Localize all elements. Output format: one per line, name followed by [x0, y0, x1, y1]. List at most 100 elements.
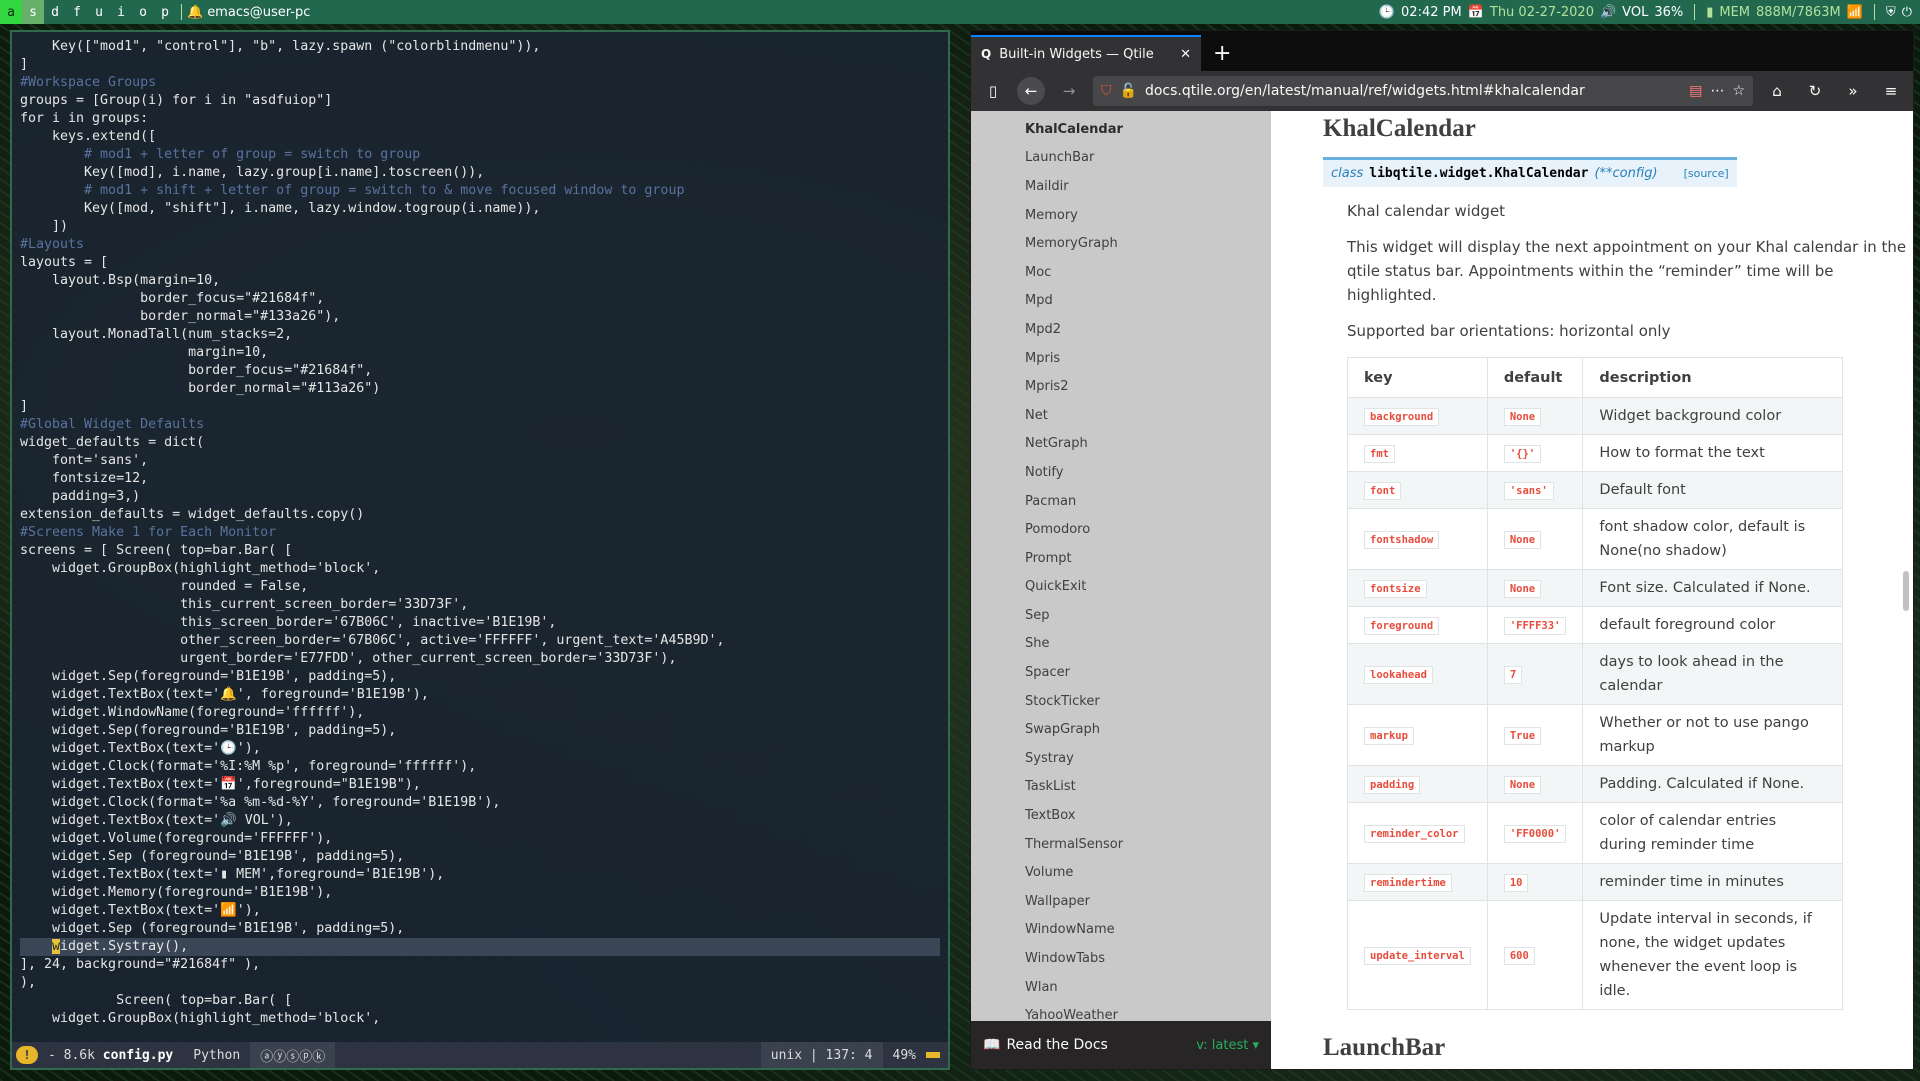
menu-icon[interactable]: ≡: [1877, 77, 1905, 105]
sidebar-item-volume[interactable]: Volume: [971, 858, 1271, 887]
group-u[interactable]: u: [88, 0, 110, 24]
code-line[interactable]: #Layouts: [20, 236, 940, 254]
code-line[interactable]: ]: [20, 398, 940, 416]
emacs-window[interactable]: Key(["mod1", "control"], "b", lazy.spawn…: [10, 30, 950, 1070]
group-p[interactable]: p: [154, 0, 176, 24]
sidebar-item-windowtabs[interactable]: WindowTabs: [971, 944, 1271, 973]
sidebar-item-she[interactable]: She: [971, 630, 1271, 659]
code-line[interactable]: font='sans',: [20, 452, 940, 470]
code-line[interactable]: ]): [20, 218, 940, 236]
sidebar-item-notify[interactable]: Notify: [971, 458, 1271, 487]
code-line[interactable]: widget.Memory(foreground='B1E19B'),: [20, 884, 940, 902]
group-a[interactable]: a: [0, 0, 22, 24]
code-line[interactable]: widget.Sep(foreground='B1E19B', padding=…: [20, 668, 940, 686]
code-line[interactable]: widget.GroupBox(highlight_method='block'…: [20, 1010, 940, 1028]
code-line[interactable]: # mod1 + letter of group = switch to gro…: [20, 146, 940, 164]
sidebar-item-netgraph[interactable]: NetGraph: [971, 430, 1271, 459]
sidebar-item-stockticker[interactable]: StockTicker: [971, 687, 1271, 716]
code-line[interactable]: Key([mod], i.name, lazy.group[i.name].to…: [20, 164, 940, 182]
code-line[interactable]: widget_defaults = dict(: [20, 434, 940, 452]
group-o[interactable]: o: [132, 0, 154, 24]
code-line[interactable]: keys.extend([: [20, 128, 940, 146]
code-line[interactable]: widget.TextBox(text='🔔', foreground='B1E…: [20, 686, 940, 704]
code-line[interactable]: widget.Sep (foreground='B1E19B', padding…: [20, 848, 940, 866]
overflow-chevron-icon[interactable]: »: [1839, 77, 1867, 105]
code-line[interactable]: widget.TextBox(text='▮ MEM',foreground='…: [20, 866, 940, 884]
group-f[interactable]: f: [66, 0, 88, 24]
code-editor[interactable]: Key(["mod1", "control"], "b", lazy.spawn…: [20, 38, 940, 1042]
sidebar-item-launchbar[interactable]: LaunchBar: [971, 144, 1271, 173]
sidebar-item-pomodoro[interactable]: Pomodoro: [971, 515, 1271, 544]
code-line[interactable]: layout.MonadTall(num_stacks=2,: [20, 326, 940, 344]
group-s[interactable]: s: [22, 0, 44, 24]
sidebar-item-mpd[interactable]: Mpd: [971, 287, 1271, 316]
sidebar-item-wallpaper[interactable]: Wallpaper: [971, 887, 1271, 916]
code-line[interactable]: screens = [ Screen( top=bar.Bar( [: [20, 542, 940, 560]
code-line[interactable]: # mod1 + shift + letter of group = switc…: [20, 182, 940, 200]
reader-view-icon[interactable]: ▤: [1689, 83, 1702, 99]
code-line[interactable]: widget.Systray(),: [20, 938, 940, 956]
sidebar-item-wlan[interactable]: Wlan: [971, 973, 1271, 1002]
systray-power-icon[interactable]: ⏻: [1902, 5, 1912, 20]
code-line[interactable]: Screen( top=bar.Bar( [: [20, 992, 940, 1010]
sidebar-item-tasklist[interactable]: TaskList: [971, 773, 1271, 802]
code-line[interactable]: widget.WindowName(foreground='ffffff'),: [20, 704, 940, 722]
code-line[interactable]: #Global Widget Defaults: [20, 416, 940, 434]
sidebar-item-pacman[interactable]: Pacman: [971, 487, 1271, 516]
back-button[interactable]: ←: [1017, 77, 1045, 105]
code-line[interactable]: border_focus="#21684f",: [20, 290, 940, 308]
tracking-shield-icon[interactable]: ⛉: [1101, 83, 1112, 99]
code-line[interactable]: border_focus="#21684f",: [20, 362, 940, 380]
rtd-footer[interactable]: 📖 Read the Docs v: latest ▾: [971, 1021, 1271, 1069]
code-line[interactable]: Key(["mod1", "control"], "b", lazy.spawn…: [20, 38, 940, 56]
sidebar-item-thermalsensor[interactable]: ThermalSensor: [971, 830, 1271, 859]
sidebar-item-sep[interactable]: Sep: [971, 601, 1271, 630]
firefox-window[interactable]: Q Built-in Widgets — Qtile ✕ + ▯ ← → ⛉ 🔓…: [970, 30, 1914, 1070]
sidebar-item-prompt[interactable]: Prompt: [971, 544, 1271, 573]
group-i[interactable]: i: [110, 0, 132, 24]
code-line[interactable]: Key([mod, "shift"], i.name, lazy.window.…: [20, 200, 940, 218]
code-line[interactable]: widget.TextBox(text='🕒'),: [20, 740, 940, 758]
sidebar-item-systray[interactable]: Systray: [971, 744, 1271, 773]
url-bar[interactable]: ⛉ 🔓 docs.qtile.org/en/latest/manual/ref/…: [1093, 76, 1753, 106]
sidebar-item-quickexit[interactable]: QuickExit: [971, 573, 1271, 602]
code-line[interactable]: rounded = False,: [20, 578, 940, 596]
insecure-lock-icon[interactable]: 🔓: [1120, 83, 1137, 99]
scrollbar-thumb[interactable]: [1903, 571, 1909, 611]
sidebar-item-net[interactable]: Net: [971, 401, 1271, 430]
reload-icon[interactable]: ↻: [1801, 77, 1829, 105]
code-line[interactable]: for i in groups:: [20, 110, 940, 128]
code-line[interactable]: margin=10,: [20, 344, 940, 362]
sidebar-item-khalcalendar[interactable]: KhalCalendar: [971, 115, 1271, 144]
code-line[interactable]: groups = [Group(i) for i in "asdfuiop"]: [20, 92, 940, 110]
code-line[interactable]: this_screen_border='67B06C', inactive='B…: [20, 614, 940, 632]
sidebar-item-mpris[interactable]: Mpris: [971, 344, 1271, 373]
code-line[interactable]: this_current_screen_border='33D73F',: [20, 596, 940, 614]
code-line[interactable]: layout.Bsp(margin=10,: [20, 272, 940, 290]
group-d[interactable]: d: [44, 0, 66, 24]
sidebar-item-mpd2[interactable]: Mpd2: [971, 315, 1271, 344]
sidebar-item-mpris2[interactable]: Mpris2: [971, 372, 1271, 401]
code-line[interactable]: other_screen_border='67B06C', active='FF…: [20, 632, 940, 650]
sidebar-item-maildir[interactable]: Maildir: [971, 172, 1271, 201]
sidebar-item-swapgraph[interactable]: SwapGraph: [971, 715, 1271, 744]
new-tab-button[interactable]: +: [1201, 35, 1243, 71]
sidebar-item-windowname[interactable]: WindowName: [971, 916, 1271, 945]
code-line[interactable]: border_normal="#113a26"): [20, 380, 940, 398]
sidebar-item-memory[interactable]: Memory: [971, 201, 1271, 230]
code-line[interactable]: padding=3,): [20, 488, 940, 506]
code-line[interactable]: widget.Sep (foreground='B1E19B', padding…: [20, 920, 940, 938]
code-line[interactable]: widget.TextBox(text='📶'),: [20, 902, 940, 920]
bookmark-star-icon[interactable]: ☆: [1732, 83, 1745, 99]
home-icon[interactable]: ⌂: [1763, 77, 1791, 105]
code-line[interactable]: widget.Clock(format='%a %m-%d-%Y', foreg…: [20, 794, 940, 812]
code-line[interactable]: layouts = [: [20, 254, 940, 272]
sidebar-item-spacer[interactable]: Spacer: [971, 658, 1271, 687]
code-line[interactable]: #Workspace Groups: [20, 74, 940, 92]
code-line[interactable]: widget.TextBox(text='📅',foreground="B1E1…: [20, 776, 940, 794]
sidebar-item-textbox[interactable]: TextBox: [971, 801, 1271, 830]
close-icon[interactable]: ✕: [1180, 47, 1191, 62]
code-line[interactable]: #Screens Make 1 for Each Monitor: [20, 524, 940, 542]
code-line[interactable]: widget.Sep(foreground='B1E19B', padding=…: [20, 722, 940, 740]
code-line[interactable]: urgent_border='E77FDD', other_current_sc…: [20, 650, 940, 668]
